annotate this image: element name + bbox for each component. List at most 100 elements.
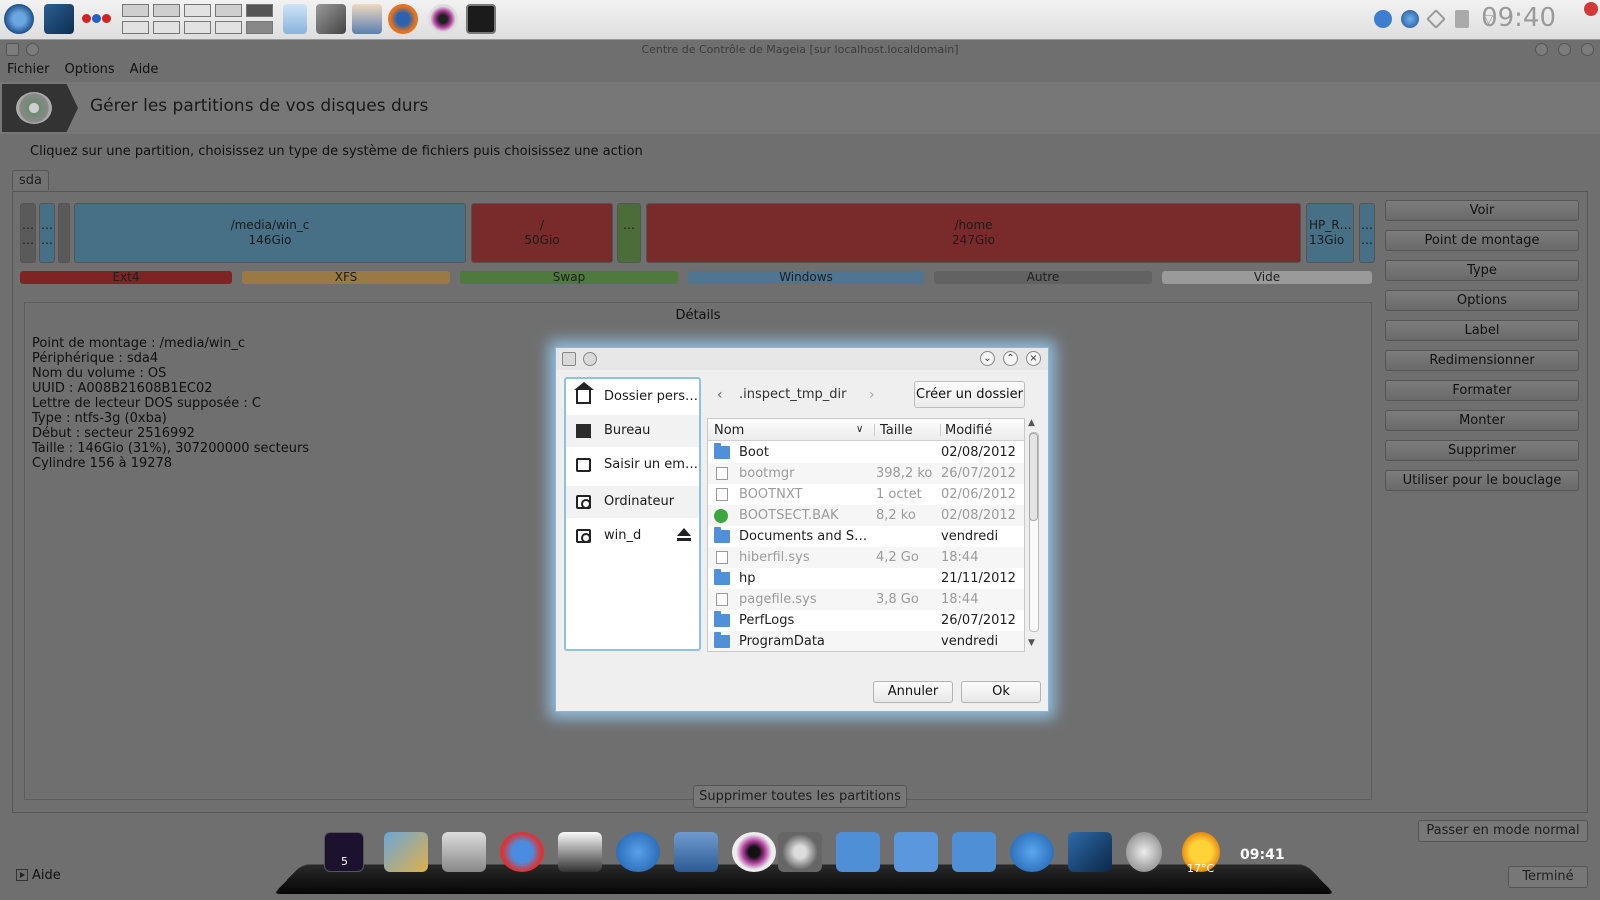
- dialog-menu-icon[interactable]: [562, 352, 576, 366]
- column-modified[interactable]: Modifié: [945, 423, 992, 438]
- scroll-down-icon[interactable]: ▼: [1028, 638, 1035, 648]
- file-row[interactable]: BOOTNXT 1 octet 02/06/2012: [708, 484, 1024, 505]
- file-row[interactable]: pagefile.sys 3,8 Go 18:44: [708, 589, 1024, 610]
- settings-icon[interactable]: [384, 832, 428, 872]
- file-row[interactable]: BOOTSECT.BAK 8,2 ko 02/08/2012: [708, 505, 1024, 526]
- downloads-folder-icon[interactable]: [952, 832, 996, 872]
- partition-3[interactable]: [58, 203, 70, 263]
- path-forward-icon[interactable]: ›: [869, 387, 875, 403]
- home-folder-icon[interactable]: [836, 832, 880, 872]
- scroll-up-icon[interactable]: ▲: [1028, 418, 1035, 428]
- create-folder-button[interactable]: Créer un dossier: [914, 381, 1025, 408]
- file-list-scrollbar[interactable]: ▲ ▼: [1027, 418, 1040, 652]
- partition-2[interactable]: ……: [39, 203, 55, 263]
- eject-icon[interactable]: [677, 528, 691, 542]
- desktop-5[interactable]: [246, 4, 273, 17]
- cancel-button[interactable]: Annuler: [873, 681, 953, 703]
- harddisk-dock-icon[interactable]: [778, 832, 822, 872]
- help-icon[interactable]: [1374, 10, 1392, 28]
- file-row[interactable]: hiberfil.sys 4,2 Go 18:44: [708, 547, 1024, 568]
- eye-icon[interactable]: [428, 4, 458, 34]
- desktop-9[interactable]: [215, 21, 242, 34]
- close-icon[interactable]: [1581, 43, 1594, 56]
- delete-button[interactable]: Supprimer: [1385, 440, 1579, 461]
- window-manager-icon[interactable]: [674, 832, 718, 872]
- workspace-icon[interactable]: 5: [324, 832, 364, 872]
- accessibility-icon[interactable]: [1010, 832, 1054, 872]
- network-globe-icon[interactable]: [500, 832, 544, 872]
- desktop-3[interactable]: [184, 4, 211, 17]
- firefox-icon[interactable]: [388, 4, 418, 34]
- folder-icon[interactable]: [894, 832, 938, 872]
- voir-button[interactable]: Voir: [1385, 200, 1579, 221]
- tab-sda[interactable]: sda: [12, 170, 49, 190]
- tools-icon[interactable]: [316, 4, 346, 34]
- window-menu-icon[interactable]: [6, 43, 19, 56]
- network-icon[interactable]: [352, 4, 382, 34]
- place-win-d[interactable]: win_d: [566, 520, 699, 552]
- volume-icon[interactable]: [1455, 10, 1469, 28]
- delete-all-partitions-button[interactable]: Supprimer toutes les partitions: [693, 785, 907, 808]
- place-home[interactable]: Dossier pers…: [566, 381, 699, 413]
- path-segment[interactable]: .inspect_tmp_dir: [739, 387, 846, 402]
- partition-1[interactable]: ……: [20, 203, 36, 263]
- place-desktop[interactable]: Bureau: [566, 415, 699, 447]
- close-icon[interactable]: ×: [1026, 351, 1041, 366]
- partition-win-c[interactable]: /media/win_c 146Gio: [74, 203, 466, 263]
- mount-point-button[interactable]: Point de montage: [1385, 230, 1579, 251]
- partition-swap[interactable]: …: [617, 203, 641, 263]
- sort-down-icon[interactable]: ∨: [856, 424, 863, 435]
- dialog-sticky-icon[interactable]: [583, 352, 597, 366]
- terminal-icon[interactable]: [466, 4, 496, 34]
- minimize-icon[interactable]: [1535, 43, 1548, 56]
- file-row[interactable]: bootmgr 398,2 ko 26/07/2012: [708, 463, 1024, 484]
- format-button[interactable]: Formater: [1385, 380, 1579, 401]
- dots-icon[interactable]: [82, 14, 114, 24]
- loopback-button[interactable]: Utiliser pour le bouclage: [1385, 470, 1579, 491]
- help-toggle[interactable]: Aide: [16, 868, 61, 883]
- network-tray-icon[interactable]: [1426, 9, 1446, 29]
- file-row[interactable]: PerfLogs 26/07/2012: [708, 610, 1024, 631]
- eye-dock-icon[interactable]: [732, 832, 776, 872]
- column-name[interactable]: Nom: [714, 423, 744, 438]
- partition-root[interactable]: /50Gio: [471, 203, 613, 263]
- minimize-icon[interactable]: ⌄: [980, 351, 995, 366]
- label-button[interactable]: Label: [1385, 320, 1579, 341]
- menu-aide[interactable]: Aide: [129, 60, 167, 80]
- partition-hp-recovery[interactable]: HP_R… 13Gio: [1306, 203, 1354, 263]
- partition-home[interactable]: /home 247Gio: [646, 203, 1301, 263]
- column-size[interactable]: Taille: [880, 423, 913, 438]
- partition-last[interactable]: ……: [1359, 203, 1375, 263]
- file-row[interactable]: hp 21/11/2012: [708, 568, 1024, 589]
- place-computer[interactable]: Ordinateur: [566, 486, 699, 518]
- type-button[interactable]: Type: [1385, 260, 1579, 281]
- menu-fichier[interactable]: Fichier: [6, 60, 58, 80]
- maximize-icon[interactable]: ⌃: [1003, 351, 1018, 366]
- file-row[interactable]: ProgramData vendredi: [708, 631, 1024, 651]
- mageia-menu-icon[interactable]: [4, 4, 34, 34]
- options-button[interactable]: Options: [1385, 290, 1579, 311]
- desktop-4[interactable]: [215, 4, 242, 17]
- mount-button[interactable]: Monter: [1385, 410, 1579, 431]
- done-button[interactable]: Terminé: [1508, 866, 1588, 888]
- help-dock-icon[interactable]: [616, 832, 660, 872]
- place-location[interactable]: Saisir un em…: [566, 449, 699, 481]
- desktop-icon[interactable]: [44, 4, 74, 34]
- desktop-switcher[interactable]: [122, 0, 273, 40]
- resize-button[interactable]: Redimensionner: [1385, 350, 1579, 371]
- desktop-8[interactable]: [184, 21, 211, 34]
- ok-button[interactable]: Ok: [961, 681, 1041, 703]
- clipboard-icon[interactable]: [283, 4, 307, 34]
- menu-options[interactable]: Options: [64, 60, 123, 80]
- printer-icon[interactable]: [558, 832, 602, 872]
- globe-icon[interactable]: [1401, 10, 1419, 28]
- path-back-icon[interactable]: ‹: [717, 387, 723, 403]
- sticky-icon[interactable]: [26, 43, 39, 56]
- file-row[interactable]: Documents and S… vendredi: [708, 526, 1024, 547]
- scroll-thumb[interactable]: [1029, 433, 1038, 521]
- normal-mode-button[interactable]: Passer en mode normal: [1418, 820, 1588, 842]
- desktop-2[interactable]: [153, 4, 180, 17]
- installer-icon[interactable]: [442, 832, 486, 872]
- show-desktop-icon[interactable]: [1068, 832, 1112, 872]
- maximize-icon[interactable]: [1558, 43, 1571, 56]
